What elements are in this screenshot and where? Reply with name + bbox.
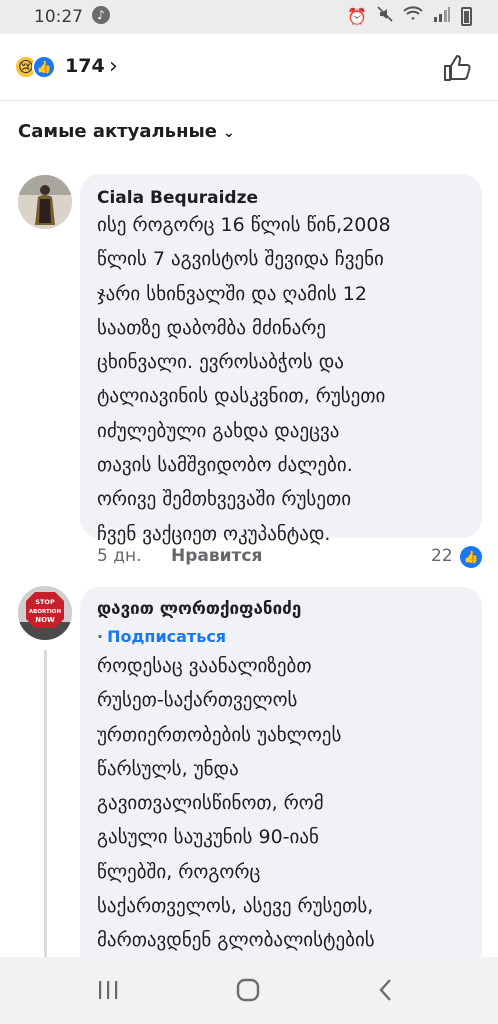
home-icon: [236, 978, 260, 1002]
comment-text: როდესაც ვაანალიზებთ რუსეთ-საქართველოს ურ…: [97, 655, 375, 952]
comment-author[interactable]: დავით ლორთქიფანიძე: [97, 599, 301, 619]
signal-icon: [433, 6, 451, 26]
wifi-icon: [403, 6, 423, 26]
avatar[interactable]: STOP ABORTION NOW: [18, 586, 72, 640]
recents-button[interactable]: [88, 975, 128, 1005]
dot-separator: ·: [97, 627, 104, 646]
system-nav-bar: [0, 957, 498, 1024]
alarm-icon: ⏰: [347, 6, 367, 26]
comment-author[interactable]: Ciala Bequraidze: [97, 188, 258, 208]
avatar[interactable]: [18, 175, 72, 229]
follow-button[interactable]: · Подписаться: [97, 627, 226, 646]
svg-text:STOP: STOP: [35, 598, 55, 606]
reaction-count[interactable]: 174: [65, 55, 105, 77]
reaction-icons: 😢 👍: [14, 55, 56, 79]
follow-label: Подписаться: [107, 627, 227, 646]
music-icon: ♪: [92, 6, 110, 24]
chevron-right-icon[interactable]: ›: [109, 54, 118, 79]
like-emoji-icon: 👍: [32, 55, 56, 79]
thread-line: [44, 650, 47, 957]
back-button[interactable]: [366, 975, 406, 1005]
comment-bubble: დავით ლორთქიფანიძე · Подписаться როდესაც …: [80, 587, 482, 957]
chevron-down-icon: ⌄: [222, 125, 235, 141]
like-button[interactable]: Нравится: [171, 546, 262, 566]
status-bar: 10:27 ♪ ⏰: [0, 0, 498, 34]
recents-icon: [99, 981, 118, 999]
status-time: 10:27: [34, 7, 83, 27]
comment-bubble: Ciala Bequraidze ისე როგორც 16 წლის წინ,…: [80, 174, 482, 545]
comment-like-count[interactable]: 22: [431, 546, 453, 566]
avatar-sign-icon: STOP ABORTION NOW: [18, 586, 72, 640]
svg-text:ABORTION: ABORTION: [29, 609, 62, 615]
like-reaction-icon: 👍: [460, 546, 482, 568]
divider: [0, 100, 498, 101]
avatar-photo-icon: [18, 175, 72, 229]
battery-icon: [461, 6, 472, 26]
home-button[interactable]: [228, 975, 268, 1005]
status-icons: ⏰: [347, 6, 472, 26]
svg-text:NOW: NOW: [35, 616, 55, 624]
mute-icon: [377, 6, 393, 26]
reactions-bar[interactable]: 😢 👍 174 ›: [0, 34, 498, 100]
comment-text: ისე როგორც 16 წლის წინ,2008 წლის 7 აგვის…: [97, 214, 391, 545]
back-icon: [379, 979, 391, 1001]
sort-label: Самые актуальные: [18, 121, 217, 142]
sort-dropdown[interactable]: Самые актуальные ⌄: [18, 121, 235, 142]
like-outline-icon[interactable]: [441, 52, 473, 84]
comment-age: 5 дн.: [97, 546, 142, 566]
